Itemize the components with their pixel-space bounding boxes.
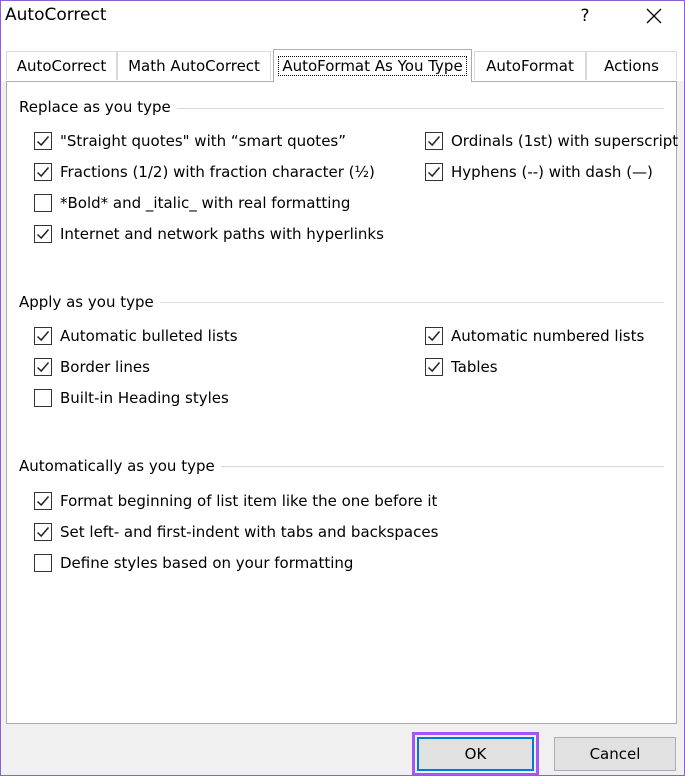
tab-actions[interactable]: Actions: [586, 51, 677, 80]
checkbox[interactable]: [425, 327, 443, 345]
checkbox[interactable]: [34, 225, 52, 243]
checkmark-icon: [427, 136, 441, 147]
checkmark-icon: [36, 496, 50, 507]
tab-label: AutoFormat As You Type: [278, 56, 467, 76]
title-bar: AutoCorrect ?: [1, 1, 684, 41]
close-button[interactable]: [631, 1, 677, 31]
cancel-button[interactable]: Cancel: [554, 737, 676, 771]
option-ordinals[interactable]: Ordinals (1st) with superscript: [425, 132, 678, 150]
option-set-indent[interactable]: Set left- and first-indent with tabs and…: [34, 523, 438, 541]
checkmark-icon: [36, 331, 50, 342]
checkmark-icon: [36, 527, 50, 538]
option-border-lines[interactable]: Border lines: [34, 358, 150, 376]
group-title-auto: Automatically as you type: [19, 457, 221, 475]
tab-label: AutoFormat: [486, 57, 574, 75]
checkbox[interactable]: [34, 492, 52, 510]
option-label: Internet and network paths with hyperlin…: [60, 225, 384, 243]
option-label: *Bold* and _italic_ with real formatting: [60, 194, 351, 212]
tab-autoformat-as-you-type[interactable]: AutoFormat As You Type: [273, 49, 472, 82]
option-fractions[interactable]: Fractions (1/2) with fraction character …: [34, 163, 375, 181]
close-icon: [646, 8, 662, 24]
option-label: Format beginning of list item like the o…: [60, 492, 438, 510]
tab-strip: AutoCorrect Math AutoCorrect AutoFormat …: [1, 41, 684, 82]
checkmark-icon: [427, 331, 441, 342]
checkbox[interactable]: [425, 163, 443, 181]
help-button[interactable]: ?: [567, 1, 603, 31]
dialog-title: AutoCorrect: [5, 5, 107, 25]
option-label: Tables: [451, 358, 498, 376]
checkbox[interactable]: [34, 132, 52, 150]
tab-panel: Replace as you type "Straight quotes" wi…: [6, 81, 678, 724]
option-label: Automatic bulleted lists: [60, 327, 238, 345]
checkbox[interactable]: [34, 389, 52, 407]
option-numbered-lists[interactable]: Automatic numbered lists: [425, 327, 644, 345]
checkmark-icon: [427, 362, 441, 373]
option-heading-styles[interactable]: Built-in Heading styles: [34, 389, 229, 407]
checkbox[interactable]: [425, 132, 443, 150]
checkmark-icon: [427, 167, 441, 178]
option-label: "Straight quotes" with “smart quotes”: [60, 132, 347, 150]
option-label: Define styles based on your formatting: [60, 554, 354, 572]
checkbox[interactable]: [34, 194, 52, 212]
tab-label: AutoCorrect: [16, 57, 107, 75]
option-bulleted-lists[interactable]: Automatic bulleted lists: [34, 327, 238, 345]
checkmark-icon: [36, 229, 50, 240]
ok-button[interactable]: OK: [417, 737, 534, 771]
checkbox[interactable]: [34, 163, 52, 181]
checkbox[interactable]: [425, 358, 443, 376]
option-label: Ordinals (1st) with superscript: [451, 132, 679, 150]
checkmark-icon: [36, 136, 50, 147]
option-bold-italic[interactable]: *Bold* and _italic_ with real formatting: [34, 194, 350, 212]
option-smart-quotes[interactable]: "Straight quotes" with “smart quotes”: [34, 132, 346, 150]
tab-autoformat[interactable]: AutoFormat: [474, 51, 586, 80]
option-label: Set left- and first-indent with tabs and…: [60, 523, 439, 541]
checkbox[interactable]: [34, 523, 52, 541]
checkbox[interactable]: [34, 554, 52, 572]
option-hyphens[interactable]: Hyphens (--) with dash (—): [425, 163, 653, 181]
option-label: Automatic numbered lists: [451, 327, 645, 345]
checkbox[interactable]: [34, 358, 52, 376]
option-label: Built-in Heading styles: [60, 389, 229, 407]
checkmark-icon: [36, 167, 50, 178]
option-label: Hyphens (--) with dash (—): [451, 163, 653, 181]
autocorrect-dialog: AutoCorrect ? AutoCorrect Math AutoCorre…: [0, 0, 685, 776]
checkmark-icon: [36, 362, 50, 373]
group-title-replace: Replace as you type: [19, 98, 177, 116]
option-hyperlinks[interactable]: Internet and network paths with hyperlin…: [34, 225, 384, 243]
option-define-styles[interactable]: Define styles based on your formatting: [34, 554, 353, 572]
tab-math-autocorrect[interactable]: Math AutoCorrect: [117, 51, 271, 80]
tab-autocorrect[interactable]: AutoCorrect: [6, 51, 117, 80]
tab-label: Actions: [604, 57, 659, 75]
option-format-list-item[interactable]: Format beginning of list item like the o…: [34, 492, 437, 510]
tab-label: Math AutoCorrect: [128, 57, 260, 75]
checkbox[interactable]: [34, 327, 52, 345]
option-label: Fractions (1/2) with fraction character …: [60, 163, 375, 181]
option-tables[interactable]: Tables: [425, 358, 498, 376]
option-label: Border lines: [60, 358, 150, 376]
group-title-apply: Apply as you type: [19, 293, 160, 311]
